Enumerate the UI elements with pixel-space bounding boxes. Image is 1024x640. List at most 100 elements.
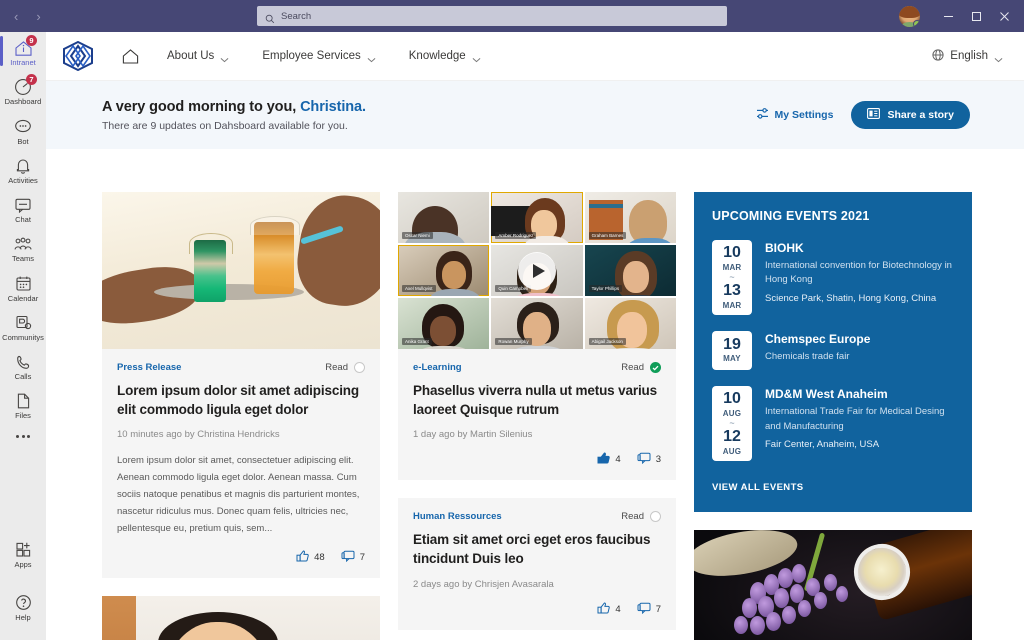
article-category[interactable]: Press Release	[117, 362, 181, 373]
lavender-oil-photo[interactable]	[694, 529, 972, 640]
sidebar-item-chat[interactable]: Chat	[0, 189, 46, 228]
my-settings-button[interactable]: My Settings	[756, 107, 833, 123]
participant-tile: Axel Mullqvist	[398, 245, 490, 296]
forward-icon[interactable]: ›	[36, 10, 40, 23]
scientist-photo[interactable]	[102, 595, 380, 640]
language-label: English	[950, 50, 988, 62]
event-title: BIOHK	[765, 241, 804, 255]
comment-count: 7	[359, 551, 365, 563]
apps-icon	[12, 540, 34, 560]
video-call-grid[interactable]: Oscar Niemi Amber Rodriguez Graham Barne…	[398, 192, 676, 349]
event-end-month: MAR	[722, 300, 742, 310]
sidebar-item-communitys[interactable]: Communitys	[0, 307, 46, 346]
sidebar-item-dashboard[interactable]: 7 Dashboard	[0, 71, 46, 110]
avatar[interactable]	[899, 5, 920, 27]
article-card[interactable]: Human Ressources Read Etiam sit amet orc…	[398, 498, 676, 630]
participant-tile: Graham Barnes	[584, 192, 676, 243]
chevron-down-icon	[220, 54, 229, 62]
article-card-header: Press Release Read	[117, 362, 365, 373]
video-card[interactable]: Oscar Niemi Amber Rodriguez Graham Barne…	[398, 192, 676, 481]
event-item[interactable]: 10 MAR ~ 13 MAR BIOHK International conv…	[712, 240, 954, 315]
play-button[interactable]	[518, 251, 556, 290]
column-left: Press Release Read Lorem ipsum dolor sit…	[102, 192, 380, 640]
home-icon[interactable]	[110, 48, 150, 65]
article-meta: 10 minutes ago by Christina Hendricks	[117, 429, 280, 441]
participant-name: Axel Mullqvist	[402, 285, 436, 292]
company-logo[interactable]	[60, 40, 96, 72]
presence-indicator	[913, 19, 920, 27]
event-details: Chemspec Europe Chemicals trade fair	[765, 331, 870, 371]
event-start-month: AUG	[722, 409, 742, 419]
more-options-icon[interactable]	[16, 425, 30, 448]
comment-action[interactable]: 7	[637, 602, 661, 617]
event-location: Science Park, Shatin, Hong Kong, China	[765, 292, 937, 304]
sidebar-item-apps[interactable]: Apps	[0, 534, 46, 573]
article-title[interactable]: Lorem ipsum dolor sit amet adipiscing el…	[117, 382, 365, 419]
nav-item-label: Knowledge	[408, 50, 466, 62]
sidebar-item-bot[interactable]: Bot	[0, 111, 46, 150]
nav-item-employee-services[interactable]: Employee Services	[245, 32, 391, 81]
comment-icon	[341, 550, 355, 565]
chevron-down-icon	[994, 54, 1003, 62]
event-details: MD&M West Anaheim International Trade Fa…	[765, 386, 954, 461]
maximize-button[interactable]	[962, 0, 990, 32]
sliders-icon	[756, 107, 769, 123]
close-button[interactable]	[990, 0, 1018, 32]
comment-count: 7	[655, 603, 661, 615]
language-selector[interactable]: English	[932, 48, 1024, 64]
bell-icon	[12, 156, 34, 176]
sidebar-item-label: Calendar	[7, 293, 39, 303]
article-title[interactable]: Phasellus viverra nulla ut metus varius …	[413, 382, 661, 419]
participant-tile: Rowan Murphy	[491, 298, 583, 349]
event-start-month: MAR	[722, 262, 742, 272]
participant-name: Graham Barnes	[588, 232, 627, 239]
sidebar-item-calendar[interactable]: Calendar	[0, 268, 46, 307]
participant-tile: Taylor Phillips	[584, 245, 676, 296]
sidebar-item-intranet[interactable]: 9 Intranet	[0, 32, 46, 71]
bot-icon	[12, 117, 34, 137]
article-category[interactable]: Human Ressources	[413, 511, 502, 522]
view-all-events-link[interactable]: VIEW ALL EVENTS	[712, 482, 804, 493]
sidebar-item-label: Bot	[17, 136, 29, 146]
event-range-separator: ~	[729, 271, 735, 282]
sidebar-item-activities[interactable]: Activities	[0, 150, 46, 189]
sidebar-item-calls[interactable]: Calls	[0, 346, 46, 385]
main-content: Press Release Read Lorem ipsum dolor sit…	[46, 149, 1024, 640]
event-start-day: 19	[723, 335, 741, 353]
unread-circle-icon[interactable]	[650, 511, 661, 523]
article-title[interactable]: Etiam sit amet orci eget eros faucibus t…	[413, 531, 661, 568]
comment-action[interactable]: 3	[637, 452, 661, 467]
read-status[interactable]: Read	[621, 362, 661, 373]
greeting-user-name: Christina.	[300, 98, 366, 115]
like-action[interactable]: 4	[597, 452, 621, 467]
like-action[interactable]: 48	[296, 550, 325, 565]
read-status[interactable]: Read	[621, 511, 661, 523]
thumbs-up-icon	[597, 601, 611, 617]
sidebar-item-help[interactable]: Help	[0, 587, 46, 626]
read-check-icon[interactable]	[650, 362, 661, 373]
article-category[interactable]: e-Learning	[413, 362, 462, 373]
comment-action[interactable]: 7	[341, 550, 365, 565]
article-actions: 48 7	[117, 550, 365, 565]
back-icon[interactable]: ‹	[14, 10, 18, 23]
play-triangle-icon	[532, 263, 545, 278]
dashboard-icon: 7	[12, 74, 37, 97]
participant-tile: Anika Grant	[398, 298, 490, 349]
sidebar-item-teams[interactable]: Teams	[0, 228, 46, 267]
sidebar-item-files[interactable]: Files	[0, 385, 46, 424]
search-input[interactable]: Search	[257, 6, 727, 26]
read-status[interactable]: Read	[325, 362, 365, 373]
article-card[interactable]: Press Release Read Lorem ipsum dolor sit…	[102, 192, 380, 578]
nav-item-label: About Us	[167, 50, 215, 62]
event-item[interactable]: 10 AUG ~ 12 AUG MD&M West Anaheim Intern…	[712, 386, 954, 461]
nav-item-knowledge[interactable]: Knowledge	[392, 32, 497, 81]
share-a-story-button[interactable]: Share a story	[851, 101, 970, 129]
participant-tile: Amber Rodriguez	[491, 192, 583, 243]
event-item[interactable]: 19 MAY Chemspec Europe Chemicals trade f…	[712, 330, 954, 371]
nav-item-about-us[interactable]: About Us	[150, 32, 245, 81]
like-action[interactable]: 4	[597, 601, 621, 617]
minimize-button[interactable]	[934, 0, 962, 32]
unread-circle-icon[interactable]	[354, 362, 365, 373]
read-label: Read	[621, 362, 644, 373]
nav-item-label: Employee Services	[262, 50, 361, 62]
